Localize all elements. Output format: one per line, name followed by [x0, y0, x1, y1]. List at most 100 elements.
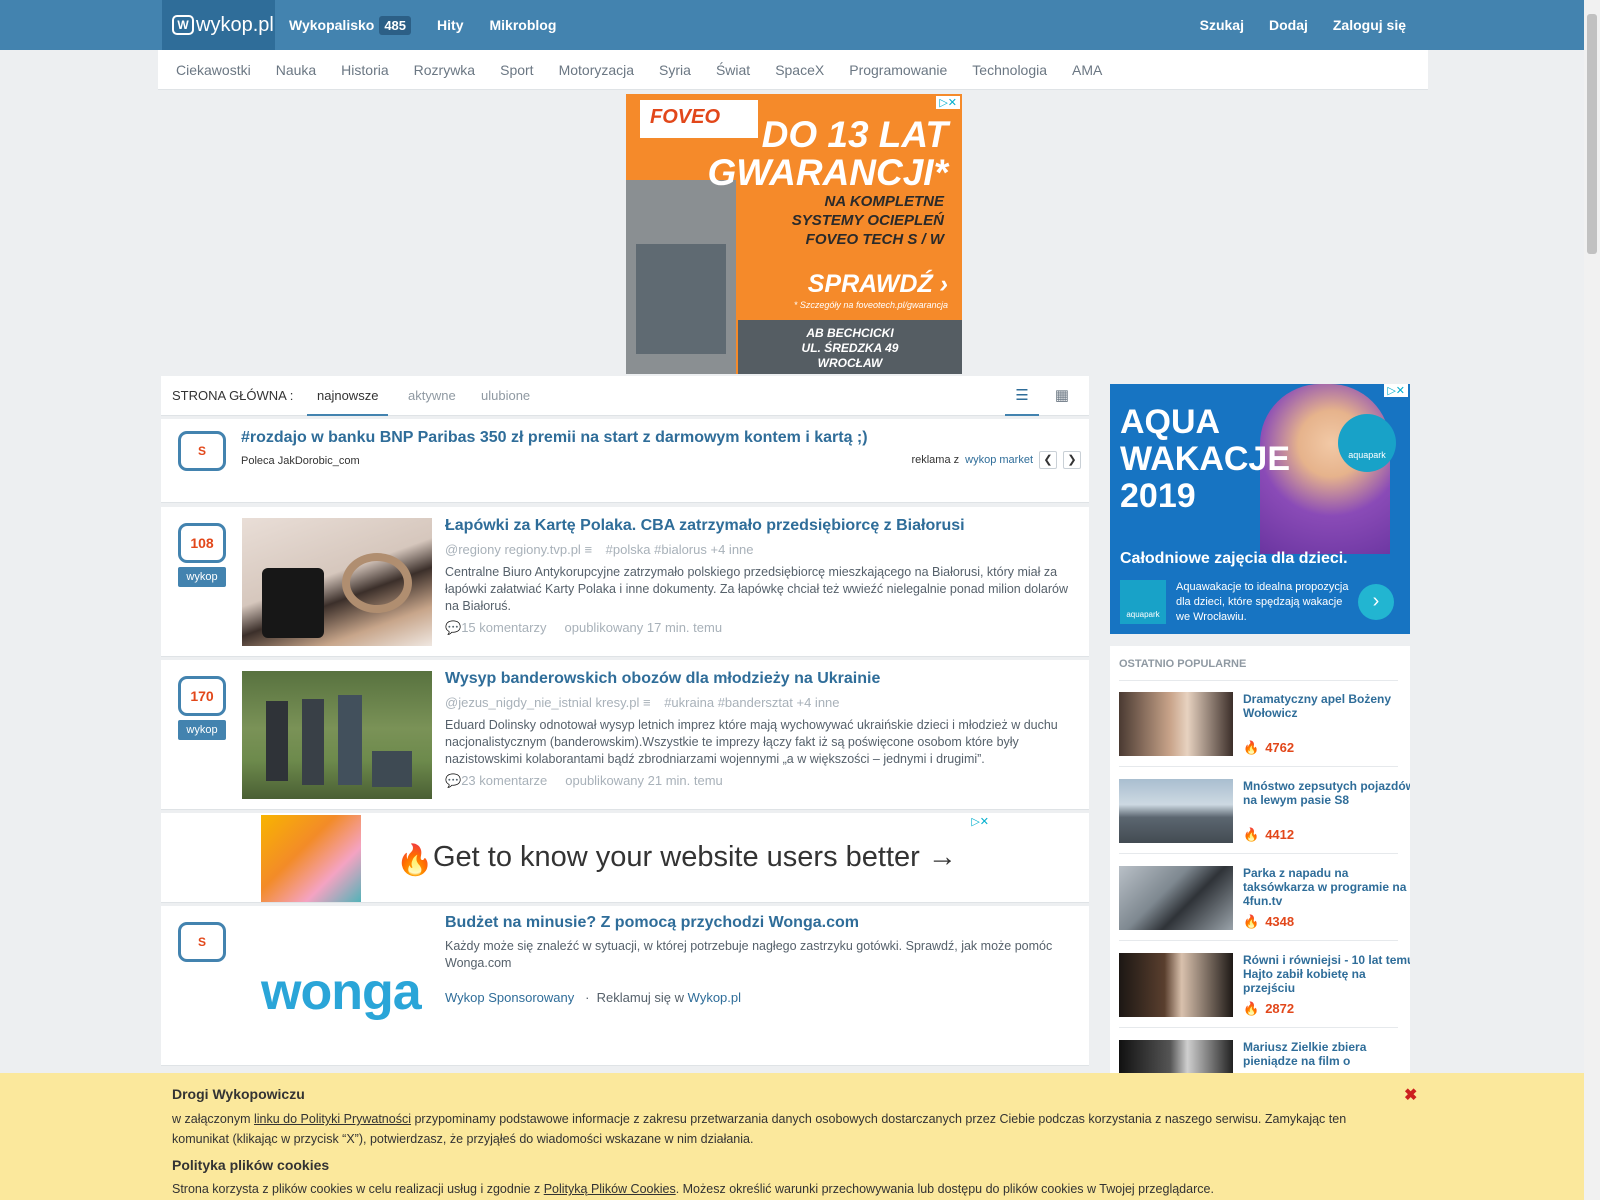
search-link[interactable]: Szukaj: [1200, 17, 1244, 33]
page-scrollbar[interactable]: [1584, 0, 1600, 1200]
category-sport[interactable]: Sport: [500, 62, 533, 78]
login-link[interactable]: Zaloguj się: [1333, 17, 1406, 33]
close-icon[interactable]: ✖: [1404, 1085, 1417, 1105]
popular-thumbnail[interactable]: [1119, 692, 1233, 756]
popular-title-link[interactable]: Parka z napadu na taksówkarza w programi…: [1243, 866, 1410, 908]
fire-icon: 🔥: [1243, 740, 1260, 755]
header-actions: Szukaj Dodaj Zaloguj się: [1200, 0, 1406, 50]
category-swiat[interactable]: Świat: [716, 62, 750, 78]
category-syria[interactable]: Syria: [659, 62, 691, 78]
site-logo[interactable]: W wykop.pl: [162, 0, 275, 50]
nav-mikroblog[interactable]: Mikroblog: [489, 17, 556, 33]
prev-arrow-icon[interactable]: ❮: [1039, 451, 1057, 469]
entry-comments-link[interactable]: 23 komentarze: [461, 773, 547, 788]
list-view-icon[interactable]: ☰: [1005, 376, 1039, 416]
pinata-image: [261, 815, 361, 902]
tab-ulubione[interactable]: ulubione: [481, 376, 530, 416]
category-programowanie[interactable]: Programowanie: [849, 62, 947, 78]
sponsored-label-link[interactable]: Wykop Sponsorowany: [445, 990, 574, 1005]
entry-published: opublikowany 17 min. temu: [564, 620, 723, 635]
aquapark-advertisement[interactable]: AQUA WAKACJE 2019 aquapark Całodniowe za…: [1110, 384, 1410, 634]
entry-tag[interactable]: #bandersztat: [718, 695, 793, 710]
grid-view-icon[interactable]: ▦: [1045, 376, 1079, 416]
entry-thumbnail[interactable]: [242, 671, 432, 799]
banner-ad-creative[interactable]: 🔥 Get to know your website users better …: [261, 815, 989, 902]
cookie-policy-link[interactable]: Polityką Plików Cookies: [544, 1182, 676, 1196]
category-spacex[interactable]: SpaceX: [775, 62, 824, 78]
figure-image: [372, 751, 412, 787]
popular-thumbnail[interactable]: [1119, 1040, 1233, 1076]
add-link[interactable]: Dodaj: [1269, 17, 1308, 33]
entry-domain[interactable]: kresy.pl: [596, 695, 640, 710]
entry-more-tags[interactable]: +4 inne: [797, 695, 840, 710]
entry-title-link[interactable]: Łapówki za Kartę Polaka. CBA zatrzymało …: [445, 517, 1081, 535]
category-historia[interactable]: Historia: [341, 62, 388, 78]
popular-item[interactable]: Mnóstwo zepsutych pojazdów na lewym pasi…: [1119, 779, 1410, 845]
category-ama[interactable]: AMA: [1072, 62, 1102, 78]
entry-author[interactable]: @jezus_nigdy_nie_istnial: [445, 695, 592, 710]
ad-subheadline-line2: SYSTEMY OCIEPLEŃ: [791, 212, 944, 229]
banner-advertisement[interactable]: 🔥 Get to know your website users better …: [161, 813, 1089, 903]
popular-thumbnail[interactable]: [1119, 866, 1233, 930]
tags-icon: ≡: [642, 695, 651, 710]
ad-choices-icon[interactable]: ▷✕: [1384, 384, 1408, 397]
comments-icon: 💬: [445, 620, 462, 635]
entry-domain[interactable]: regiony.tvp.pl: [504, 542, 580, 557]
popular-thumbnail[interactable]: [1119, 953, 1233, 1017]
category-technologia[interactable]: Technologia: [972, 62, 1047, 78]
entry-tag[interactable]: #polska: [606, 542, 651, 557]
cookie-notice-cookies-text: Strona korzysta z plików cookies w celu …: [172, 1179, 1372, 1199]
sponsored-description: Każdy może się znaleźć w sytuacji, w któ…: [445, 939, 1053, 970]
promoted-by-user[interactable]: JakDorobic_com: [278, 455, 360, 467]
wykop-button[interactable]: wykop: [178, 567, 226, 587]
privacy-policy-link[interactable]: linku do Polityki Prywatności: [254, 1112, 411, 1126]
top-navigation-bar: W wykop.pl Wykopalisko 485 Hity Mikroblog…: [0, 0, 1584, 50]
ad-cta-button[interactable]: SPRAWDŹ ›: [808, 270, 948, 299]
popular-item[interactable]: Dramatyczny apel Bożeny Wołowicz 🔥 4762: [1119, 692, 1401, 758]
nav-hity[interactable]: Hity: [437, 17, 463, 33]
entry-tag[interactable]: #ukraina: [664, 695, 714, 710]
banner-ad-text: Get to know your website users better →: [433, 841, 957, 873]
ad-choices-icon[interactable]: ▷✕: [971, 815, 989, 828]
entry-author[interactable]: @regiony: [445, 542, 501, 557]
foveo-advertisement[interactable]: FOVEO ▷✕ DO 13 LAT GWARANCJI* NA KOMPLET…: [626, 94, 962, 374]
category-ciekawostki[interactable]: Ciekawostki: [176, 62, 251, 78]
popular-item[interactable]: Równi i równiejsi - 10 lat temu Hajto za…: [1119, 953, 1410, 1019]
wonga-logo[interactable]: wonga: [261, 962, 422, 1022]
sponsored-title-link[interactable]: Budżet na minusie? Z pomocą przychodzi W…: [445, 914, 1081, 932]
popular-item[interactable]: Mariusz Zielkie zbiera pieniądze na film…: [1119, 1040, 1401, 1076]
popular-thumbnail[interactable]: [1119, 779, 1233, 843]
ad-choices-icon[interactable]: ▷✕: [936, 96, 960, 109]
ad-address-line1: AB BECHCICKI: [806, 326, 894, 340]
popular-title-link[interactable]: Mariusz Zielkie zbiera pieniądze na film…: [1243, 1040, 1410, 1068]
entry-title-link[interactable]: Wysyp banderowskich obozów dla młodzieży…: [445, 670, 1081, 688]
popular-title-link[interactable]: Dramatyczny apel Bożeny Wołowicz: [1243, 692, 1410, 720]
tab-najnowsze[interactable]: najnowsze: [307, 376, 389, 416]
wykop-market-link[interactable]: wykop market: [965, 454, 1033, 466]
next-arrow-icon[interactable]: ❯: [1063, 451, 1081, 469]
promoted-by-label: Poleca: [241, 455, 275, 467]
wykop-button[interactable]: wykop: [178, 720, 226, 740]
popular-count-value: 4348: [1265, 914, 1295, 929]
category-nauka[interactable]: Nauka: [276, 62, 316, 78]
entry-tag[interactable]: #bialorus: [654, 542, 707, 557]
divider: [1119, 766, 1398, 767]
entry-comments-link[interactable]: 15 komentarzy: [461, 620, 546, 635]
fire-icon: 🔥: [1243, 827, 1260, 842]
scrollbar-thumb[interactable]: [1587, 14, 1597, 254]
popular-item[interactable]: Parka z napadu na taksówkarza w programi…: [1119, 866, 1406, 932]
entry-more-tags[interactable]: +4 inne: [711, 542, 754, 557]
aquapark-small-logo: aquapark: [1120, 580, 1166, 624]
category-rozrywka[interactable]: Rozrywka: [414, 62, 475, 78]
advertise-link[interactable]: Wykop.pl: [688, 990, 741, 1005]
side-ad-subtitle: Całodniowe zajęcia dla dzieci.: [1120, 550, 1348, 567]
popular-title-link[interactable]: Równi i równiejsi - 10 lat temu Hajto za…: [1243, 953, 1410, 995]
entry-thumbnail[interactable]: [242, 518, 432, 646]
tab-aktywne[interactable]: aktywne: [408, 376, 456, 416]
entry-description: Eduard Dolinsky odnotował wysyp letnich …: [445, 718, 1058, 766]
popular-title-link[interactable]: Mnóstwo zepsutych pojazdów na lewym pasi…: [1243, 779, 1410, 807]
promoted-title-link[interactable]: #rozdajo w banku BNP Paribas 350 zł prem…: [241, 429, 1081, 447]
nav-wykopalisko[interactable]: Wykopalisko 485: [289, 16, 412, 35]
chevron-right-icon[interactable]: ›: [1358, 584, 1394, 620]
category-motoryzacja[interactable]: Motoryzacja: [559, 62, 634, 78]
